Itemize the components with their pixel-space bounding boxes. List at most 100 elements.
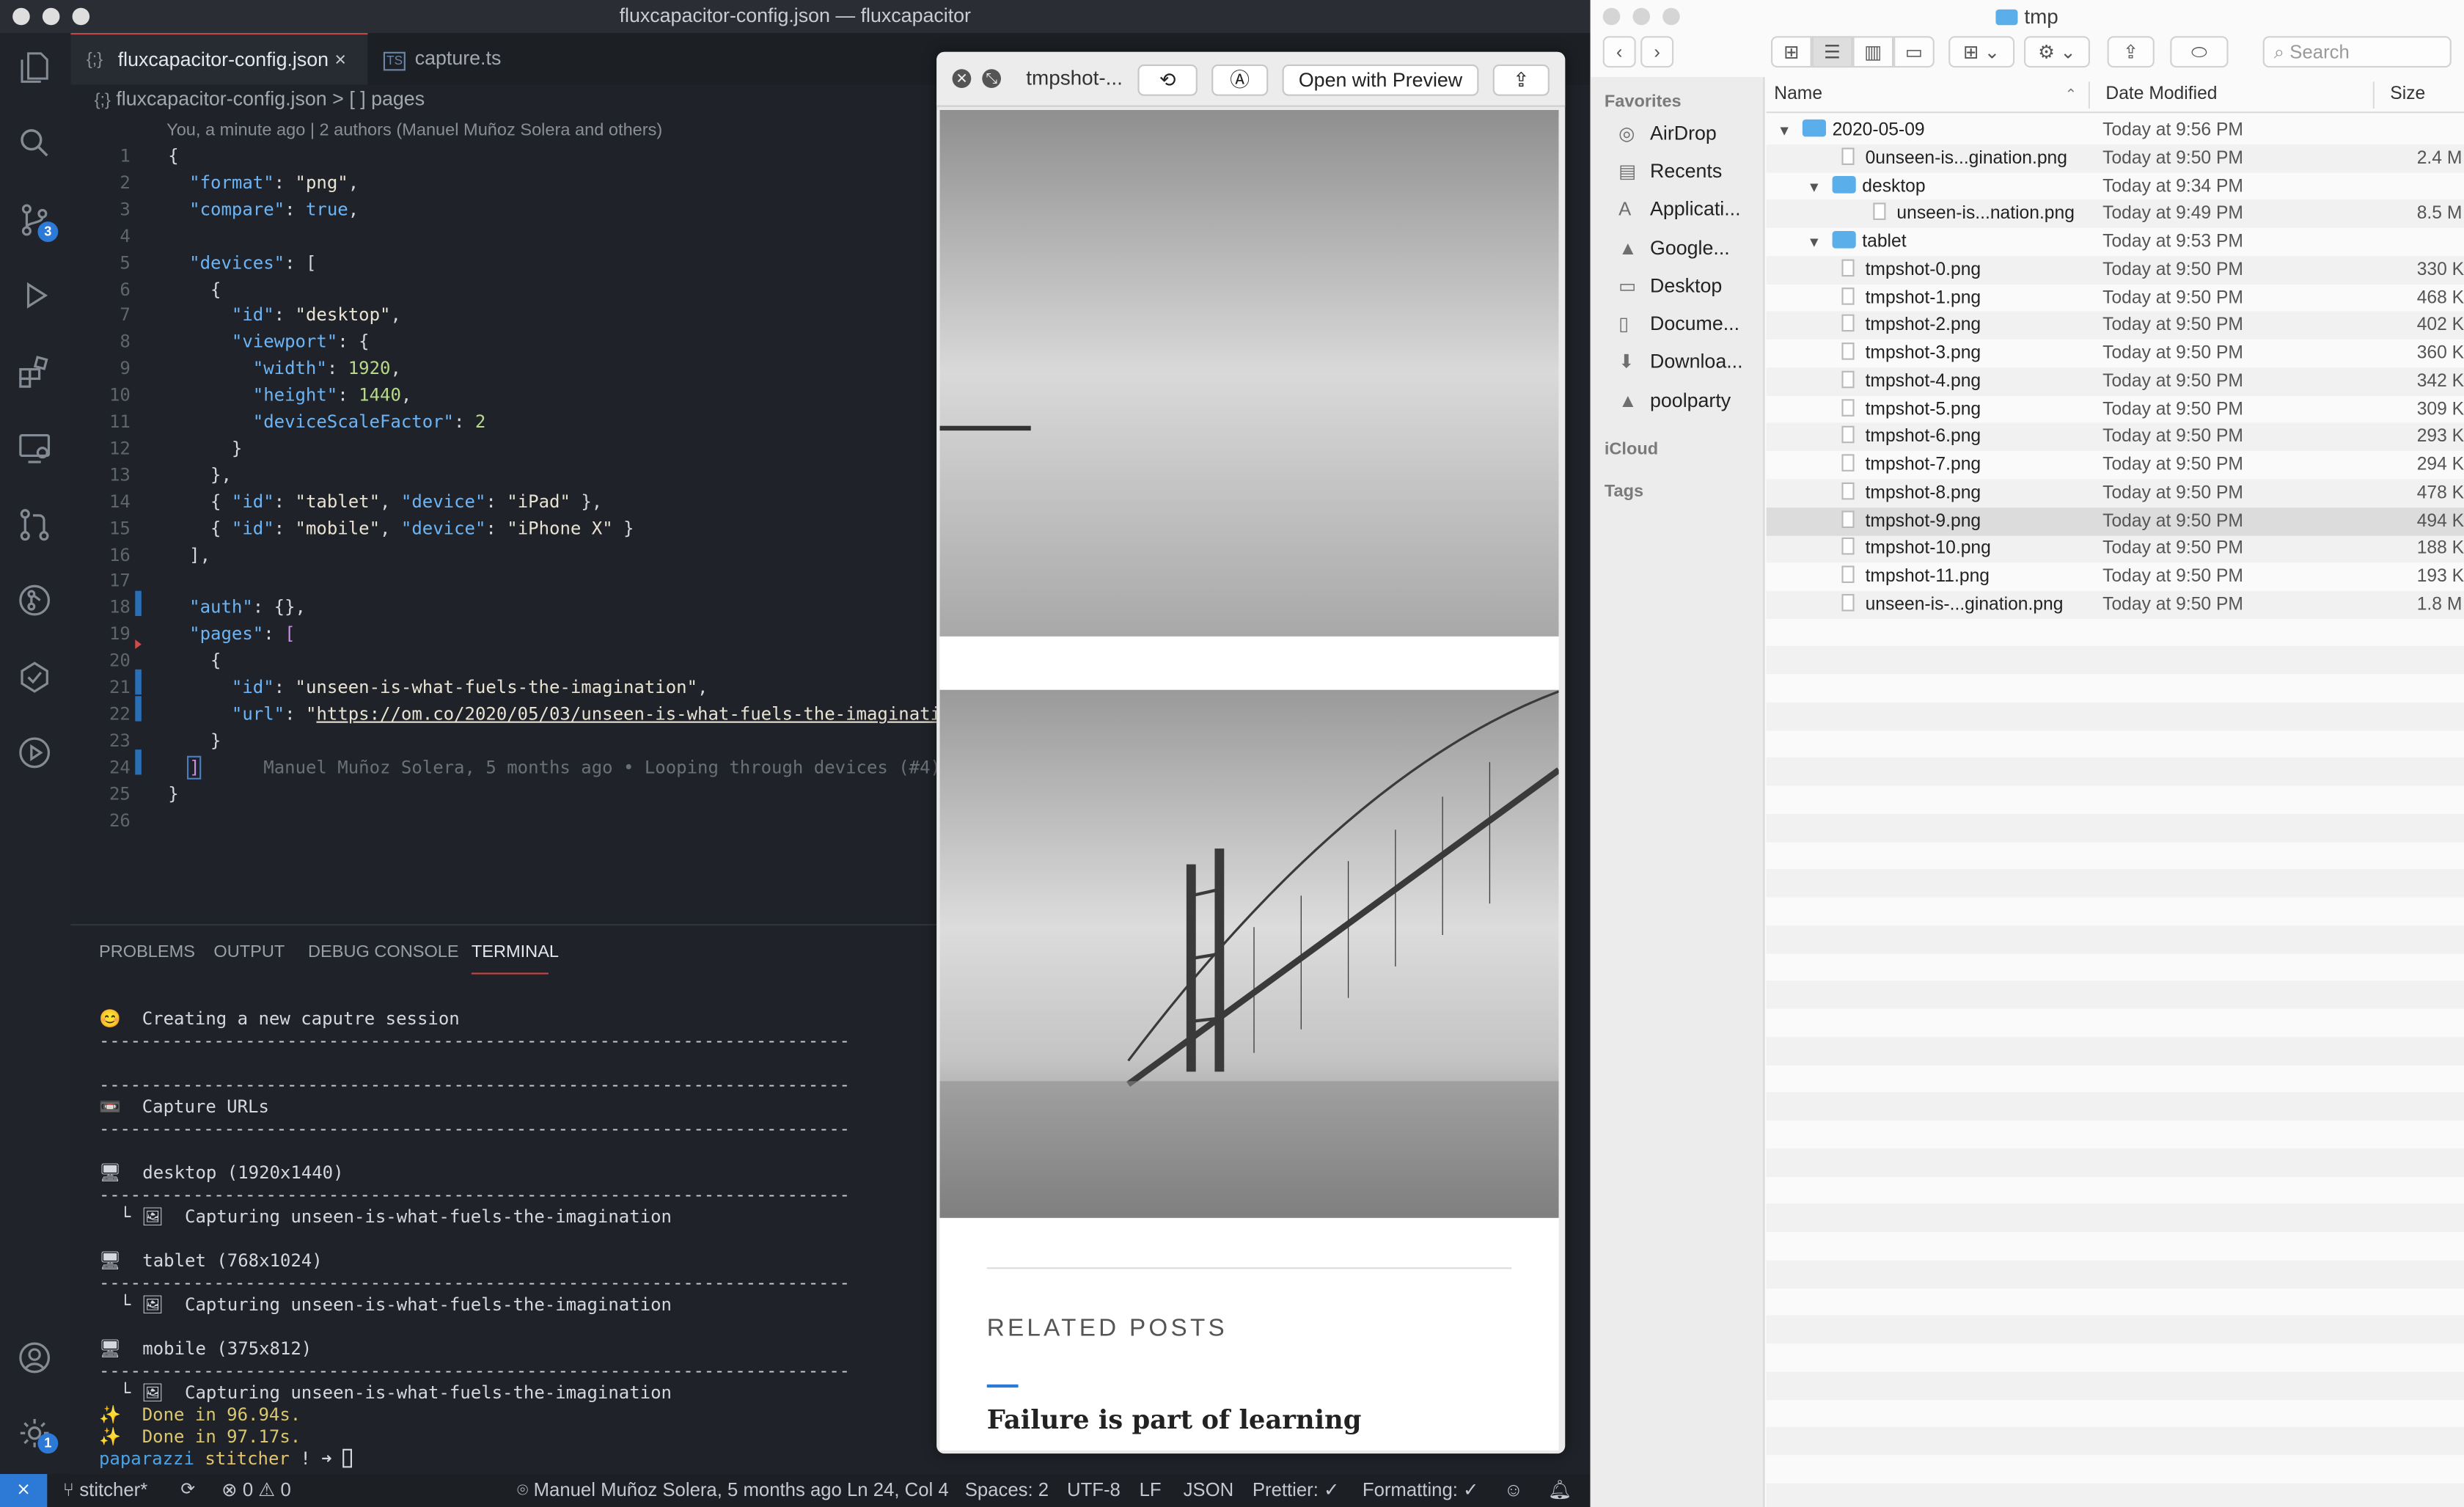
sidebar-item-applications[interactable]: A Applicati...	[1618, 198, 1740, 220]
file-row[interactable]: unseen-is-...gination.png Today at 9:50 P…	[1767, 590, 2464, 619]
terminal[interactable]: 😊 Creating a new caputre session -------…	[99, 1005, 850, 1470]
sidebar-item-poolparty[interactable]: ▲ poolparty	[1618, 389, 1731, 411]
zoom-window-button[interactable]	[1662, 7, 1680, 26]
sidebar-item-airdrop[interactable]: ◎ AirDrop	[1618, 122, 1717, 144]
file-row[interactable]: 0unseen-is...gination.png Today at 9:50 P…	[1767, 144, 2464, 173]
file-row[interactable]: tmpshot-2.png Today at 9:50 PM 402 K	[1767, 312, 2464, 340]
sync-icon[interactable]: ⟳	[180, 1474, 195, 1507]
back-button[interactable]: ‹	[1602, 36, 1636, 68]
gallery-view-button[interactable]: ▭	[1893, 36, 1935, 68]
tab-terminal[interactable]: TERMINAL	[472, 943, 559, 962]
file-row[interactable]: tmpshot-10.png Today at 9:50 PM 188 K	[1767, 535, 2464, 563]
file-row[interactable]: tmpshot-5.png Today at 9:50 PM 309 K	[1767, 395, 2464, 424]
share-button[interactable]: ⇪	[2107, 36, 2155, 68]
run-debug-icon[interactable]	[15, 276, 53, 314]
column-divider[interactable]	[2372, 81, 2375, 109]
prettier-status[interactable]: Prettier: ✓	[1253, 1474, 1340, 1507]
fullscreen-icon[interactable]: ⤡	[982, 69, 1001, 88]
explorer-icon[interactable]	[15, 48, 53, 86]
remote-explorer-icon[interactable]	[15, 429, 53, 466]
minimize-window-button[interactable]	[1632, 7, 1650, 26]
codelens-blame[interactable]: You, a minute ago | 2 authors (Manuel Mu…	[166, 121, 662, 140]
testing-icon[interactable]	[15, 659, 53, 696]
action-button[interactable]: ⚙ ⌄	[2024, 36, 2090, 68]
sidebar-item-desktop[interactable]: ▭ Desktop	[1618, 275, 1722, 297]
close-tab-icon[interactable]: ×	[334, 34, 346, 87]
run-icon[interactable]	[15, 734, 53, 771]
image-preview[interactable]: RELATED POSTS Failure is part of learnin…	[939, 110, 1559, 1451]
disclosure-triangle-icon[interactable]: ▼	[1807, 228, 1821, 257]
tab-fluxcapacitor-config[interactable]: {;} fluxcapacitor-config.json ×	[70, 33, 368, 87]
problems-status[interactable]: ⊗ 0 ⚠ 0	[221, 1474, 291, 1507]
pull-requests-icon[interactable]	[15, 506, 53, 543]
file-row[interactable]: tmpshot-9.png Today at 9:50 PM 494 K	[1766, 507, 2464, 535]
close-window-button[interactable]	[12, 7, 30, 26]
markup-button[interactable]: Ⓐ	[1211, 64, 1269, 96]
file-row[interactable]: tmpshot-0.png Today at 9:50 PM 330 K	[1767, 256, 2464, 285]
git-graph-icon[interactable]	[15, 582, 53, 619]
zoom-window-button[interactable]	[72, 7, 90, 26]
extensions-icon[interactable]	[15, 353, 53, 391]
source-control-icon[interactable]: 3	[15, 201, 59, 242]
git-blame-status[interactable]: ⌾ Manuel Muñoz Solera, 5 months ago	[517, 1474, 842, 1507]
list-view-button[interactable]: ☰	[1811, 36, 1853, 68]
forward-button[interactable]: ›	[1640, 36, 1674, 68]
breadcrumb-file[interactable]: fluxcapacitor-config.json	[116, 88, 326, 110]
folder-row[interactable]: ▼ 2020-05-09 Today at 9:56 PM	[1767, 117, 2464, 145]
sidebar-item-recents[interactable]: ▤ Recents	[1618, 161, 1722, 183]
encoding[interactable]: UTF-8	[1067, 1474, 1121, 1507]
sidebar-item-google-drive[interactable]: ▲ Google...	[1618, 238, 1730, 260]
rotate-button[interactable]: ⟲	[1137, 64, 1198, 96]
folder-row[interactable]: ▼ tablet Today at 9:53 PM	[1767, 228, 2464, 257]
share-button[interactable]: ⇪	[1492, 64, 1550, 96]
tab-debug-console[interactable]: DEBUG CONSOLE	[308, 943, 459, 962]
tab-problems[interactable]: PROBLEMS	[99, 943, 195, 962]
code-editor[interactable]: 1 {2 "format": "png", 3 "compare": true, 4 5…	[70, 142, 936, 833]
list-header: Name ⌃ Date Modified Size	[1766, 77, 2464, 114]
related-post-link[interactable]: Failure is part of learning	[987, 1405, 1362, 1435]
sidebar-item-documents[interactable]: ▯ Docume...	[1618, 312, 1739, 334]
breadcrumb-node[interactable]: pages	[371, 88, 425, 110]
settings-gear-icon[interactable]: 1	[15, 1415, 59, 1454]
column-name[interactable]: Name	[1774, 77, 1822, 113]
column-view-button[interactable]: ▥	[1852, 36, 1894, 68]
icloud-header[interactable]: iCloud	[1605, 440, 1658, 459]
disclosure-triangle-icon[interactable]: ▼	[1778, 117, 1792, 145]
file-row[interactable]: tmpshot-4.png Today at 9:50 PM 342 K	[1767, 367, 2464, 396]
sidebar-item-downloads[interactable]: ⬇ Downloa...	[1618, 351, 1742, 373]
minimize-window-button[interactable]	[42, 7, 60, 26]
tab-capture-ts[interactable]: TS capture.ts	[367, 33, 556, 85]
disclosure-triangle-icon[interactable]: ▼	[1807, 172, 1821, 201]
file-row[interactable]: tmpshot-7.png Today at 9:50 PM 294 K	[1767, 451, 2464, 480]
end-of-line[interactable]: LF	[1140, 1474, 1162, 1507]
folder-row[interactable]: ▼ desktop Today at 9:34 PM	[1767, 172, 2464, 201]
file-row[interactable]: tmpshot-1.png Today at 9:50 PM 468 K	[1767, 284, 2464, 312]
column-divider[interactable]	[2088, 81, 2090, 109]
indentation[interactable]: Spaces: 2	[965, 1474, 1049, 1507]
search-field[interactable]: ⌕ Search	[2262, 36, 2452, 68]
file-row[interactable]: tmpshot-6.png Today at 9:50 PM 293 K	[1767, 423, 2464, 452]
branch-status[interactable]: ⑂ stitcher*	[63, 1474, 148, 1507]
file-row[interactable]: unseen-is...nation.png Today at 9:49 PM 8.…	[1767, 200, 2464, 229]
column-date-modified[interactable]: Date Modified	[2105, 77, 2217, 113]
remote-icon[interactable]: ⨯	[0, 1473, 48, 1507]
cursor-position[interactable]: Ln 24, Col 4	[847, 1474, 949, 1507]
feedback-icon[interactable]: ☺	[1504, 1474, 1523, 1507]
tags-button[interactable]: ⬭	[2170, 36, 2229, 68]
group-button[interactable]: ⊞ ⌄	[1948, 36, 2015, 68]
search-icon[interactable]	[15, 124, 53, 161]
close-window-button[interactable]	[1602, 7, 1621, 26]
icon-view-button[interactable]: ⊞	[1771, 36, 1812, 68]
formatting-status[interactable]: Formatting: ✓	[1363, 1474, 1479, 1507]
file-row[interactable]: tmpshot-11.png Today at 9:50 PM 193 K	[1767, 562, 2464, 591]
file-row[interactable]: tmpshot-3.png Today at 9:50 PM 360 K	[1767, 340, 2464, 368]
notifications-bell-icon[interactable]: 🔔︎	[1548, 1474, 1572, 1507]
column-size[interactable]: Size	[2390, 77, 2425, 113]
tab-output[interactable]: OUTPUT	[213, 943, 285, 962]
close-icon[interactable]: ✕	[952, 69, 972, 88]
open-with-preview-button[interactable]: Open with Preview	[1282, 64, 1479, 96]
file-row[interactable]: tmpshot-8.png Today at 9:50 PM 478 K	[1767, 479, 2464, 507]
account-icon[interactable]	[15, 1339, 53, 1376]
tags-header[interactable]: Tags	[1605, 483, 1643, 502]
language-mode[interactable]: JSON	[1184, 1474, 1234, 1507]
